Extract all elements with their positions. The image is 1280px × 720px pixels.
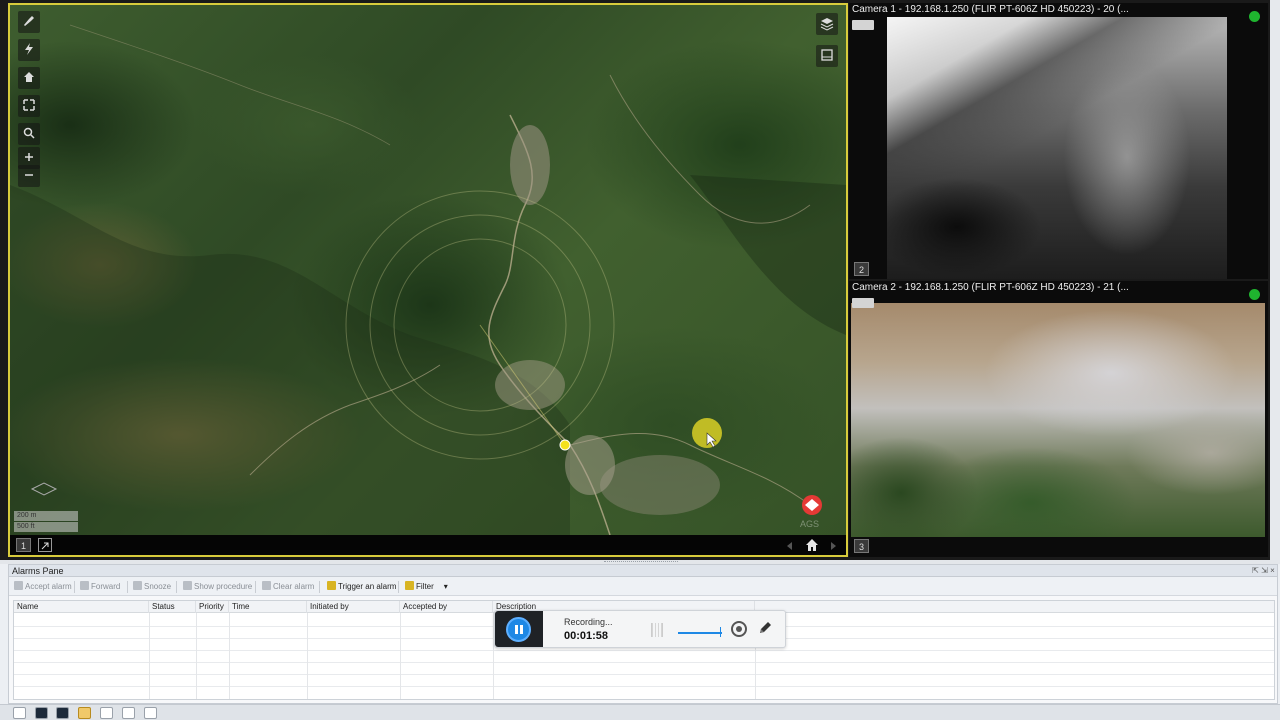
- zoom-icon[interactable]: [13, 707, 26, 719]
- camera-1-title: Camera 1 - 192.168.1.250 (FLIR PT-606Z H…: [852, 4, 1129, 15]
- camera-2-tile-number: 3: [854, 539, 869, 553]
- camera-icon[interactable]: [852, 298, 874, 308]
- scale-metric: 200 m: [14, 511, 78, 521]
- camera-2-feed[interactable]: [851, 303, 1265, 537]
- clear-alarm-button[interactable]: Clear alarm: [262, 580, 314, 594]
- tile-number: 1: [16, 538, 31, 552]
- monitor-icon[interactable]: [144, 707, 157, 719]
- filter-icon: [405, 581, 414, 590]
- pause-button[interactable]: [506, 617, 531, 642]
- search-icon[interactable]: [18, 123, 40, 145]
- splitter-grip[interactable]: [604, 561, 678, 563]
- camera-1-tile-number: 2: [854, 262, 869, 276]
- camera-2-status-dot: [1249, 289, 1260, 300]
- recording-elapsed-time: 00:01:58: [564, 630, 609, 642]
- close-icon[interactable]: ×: [1269, 566, 1276, 575]
- monitoring-area: AGS 200 m 500 ft 1 Camera 1 - 192.168.1.…: [0, 0, 1280, 560]
- play-icon[interactable]: [35, 707, 48, 719]
- svg-text:AGS: AGS: [800, 519, 819, 529]
- alarms-pane-header: Alarms Pane ⇱ ⇲ ×: [9, 565, 1277, 577]
- home-icon[interactable]: [805, 538, 819, 557]
- audio-level-icon: [651, 623, 663, 637]
- column-header[interactable]: Time: [229, 601, 307, 613]
- alarm-icon[interactable]: [78, 707, 91, 719]
- zoom-out-icon[interactable]: [18, 165, 40, 187]
- alarms-pane-title: Alarms Pane: [12, 566, 64, 576]
- column-header[interactable]: Priority: [196, 601, 229, 613]
- accept-icon: [14, 581, 23, 590]
- list-icon[interactable]: [100, 707, 113, 719]
- volume-slider[interactable]: [678, 632, 722, 634]
- wrench-icon[interactable]: [18, 11, 40, 33]
- side-scroll-strip[interactable]: [1270, 0, 1280, 560]
- webcam-icon[interactable]: [731, 621, 747, 637]
- recorder-control-panel: [495, 611, 543, 647]
- accept-alarm-button[interactable]: Accept alarm: [14, 580, 72, 594]
- map-scale: 200 m 500 ft: [14, 511, 78, 533]
- trigger-alarm-button[interactable]: Trigger an alarm: [327, 580, 396, 594]
- home-icon[interactable]: [18, 67, 40, 89]
- scale-imperial: 500 ft: [14, 522, 78, 532]
- bottom-taskbar: [0, 704, 1280, 720]
- recording-status: Recording...: [564, 617, 613, 627]
- camera-1-feed[interactable]: [887, 17, 1227, 279]
- back-arrow-icon[interactable]: [784, 539, 796, 557]
- camera-1-status-dot: [1249, 11, 1260, 22]
- snooze-icon: [133, 581, 142, 590]
- snooze-button[interactable]: Snooze: [133, 580, 171, 594]
- alarms-toolbar: Accept alarm Forward Snooze Show procedu…: [9, 577, 1277, 596]
- screen-recorder-widget: Recording... 00:01:58: [494, 610, 786, 648]
- column-header[interactable]: Status: [149, 601, 196, 613]
- lightning-icon[interactable]: [18, 39, 40, 61]
- camera-tile-1[interactable]: Camera 1 - 192.168.1.250 (FLIR PT-606Z H…: [849, 3, 1268, 279]
- forward-button[interactable]: Forward: [80, 580, 120, 594]
- column-header[interactable]: Initiated by: [307, 601, 400, 613]
- pencil-icon[interactable]: [757, 620, 773, 636]
- forward-arrow-icon[interactable]: [827, 539, 839, 557]
- chevron-down-icon: ▾: [443, 582, 448, 591]
- show-procedure-button[interactable]: Show procedure: [183, 580, 252, 594]
- map-overlay: AGS: [10, 24, 846, 535]
- record-icon[interactable]: [56, 707, 69, 719]
- satellite-map[interactable]: AGS 200 m 500 ft: [10, 5, 846, 535]
- procedure-icon: [183, 581, 192, 590]
- filter-button[interactable]: Filter ▾: [405, 580, 448, 594]
- float-icon[interactable]: ⇲: [1261, 566, 1268, 575]
- camera-2-title: Camera 2 - 192.168.1.250 (FLIR PT-606Z H…: [852, 282, 1129, 293]
- volume-slider-handle[interactable]: [720, 627, 721, 637]
- pin-icon[interactable]: ⇱: [1252, 566, 1259, 575]
- column-header[interactable]: Name: [14, 601, 149, 613]
- map-tile-footer: 1: [10, 535, 846, 555]
- column-header[interactable]: Accepted by: [400, 601, 493, 613]
- expand-icon[interactable]: [38, 538, 52, 552]
- clear-icon: [262, 581, 271, 590]
- fullscreen-icon[interactable]: [18, 95, 40, 117]
- forward-icon: [80, 581, 89, 590]
- map-tile[interactable]: AGS 200 m 500 ft 1: [8, 3, 848, 557]
- camera-icon[interactable]: [852, 20, 874, 30]
- settings-icon[interactable]: [122, 707, 135, 719]
- camera-tile-2[interactable]: Camera 2 - 192.168.1.250 (FLIR PT-606Z H…: [849, 281, 1268, 557]
- trigger-icon: [327, 581, 336, 590]
- layers-icon[interactable]: [816, 13, 838, 35]
- frame-icon[interactable]: [816, 45, 838, 67]
